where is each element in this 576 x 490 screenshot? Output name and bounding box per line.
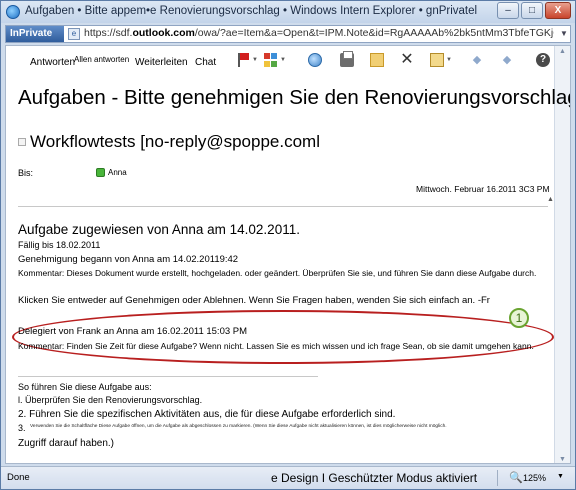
comment-2: Kommentar: Finden Sie Zeit für diese Auf… (18, 341, 534, 351)
clipboard-icon[interactable] (430, 53, 444, 67)
minimize-button[interactable]: – (497, 2, 519, 19)
category-swatch-green (271, 60, 277, 67)
step-3-end: Zugriff darauf haben.) (18, 438, 114, 449)
recipient-name[interactable]: Anna (108, 168, 127, 177)
reply-all-button[interactable]: Allen antworten (74, 55, 129, 64)
reply-button[interactable]: Antworten (30, 57, 75, 68)
step-3-number: 3. (18, 423, 26, 433)
comment-1: Kommentar: Dieses Dokument wurde erstell… (18, 268, 537, 278)
help-icon[interactable]: ? (536, 53, 550, 67)
status-done: Done (7, 472, 30, 483)
message-date: Mittwoch. Februar 16.2011 3C3 PM (416, 184, 550, 194)
title-bar: Aufgaben • Bitte appem•e Renovierungsvor… (1, 1, 575, 23)
sender-checkbox (18, 138, 26, 146)
page-icon: e (68, 28, 80, 40)
browser-window: Aufgaben • Bitte appem•e Renovierungsvor… (0, 0, 576, 490)
to-label: Bis: (18, 168, 34, 178)
zoom-icon[interactable]: 🔍 (509, 471, 523, 484)
category-swatch-red (264, 53, 270, 59)
header-divider (18, 206, 548, 207)
address-dropdown-icon[interactable]: ▼ (560, 29, 568, 38)
globe-icon[interactable] (308, 53, 322, 67)
presence-icon (96, 168, 105, 177)
forward-button[interactable]: Weiterleiten (135, 57, 188, 68)
status-bar: Done e Design I Geschützter Modus aktivi… (1, 466, 575, 489)
categories-dropdown-icon[interactable]: ▼ (280, 57, 286, 63)
step-2: 2. Führen Sie die spezifischen Aktivität… (18, 409, 396, 420)
move-icon[interactable] (370, 53, 384, 67)
maximize-button[interactable]: □ (521, 2, 543, 19)
category-swatch-yellow (264, 60, 270, 67)
ie-logo-icon (6, 5, 20, 19)
address-bar[interactable]: InPrivate e https://sdf.outlook.com/owa/… (5, 25, 571, 43)
inprivate-badge: InPrivate (6, 26, 64, 42)
approval-started: Genehmigung begann von Anna am 14.02.201… (18, 254, 239, 265)
zoom-level[interactable]: 125% (523, 473, 546, 483)
step-3: Verwenden Sie die Schaltfläche Diese Auf… (30, 424, 447, 429)
print-icon[interactable] (340, 51, 354, 67)
howto-heading: So führen Sie diese Aufgabe aus: (18, 382, 152, 392)
body-divider (18, 376, 318, 377)
status-divider (497, 470, 498, 486)
message-toolbar: Antworten Allen antworten Weiterleiten C… (6, 46, 552, 74)
protected-mode-status[interactable]: e Design I Geschützter Modus aktiviert (271, 471, 477, 485)
url-rest: /owa/?ae=Item&a=Open&t=IPM.Note&id=RgAAA… (194, 27, 554, 39)
clipboard-dropdown-icon[interactable]: ▼ (446, 57, 452, 63)
task-heading: Aufgabe zugewiesen von Anna am 14.02.201… (18, 222, 300, 237)
callout-ellipse (12, 310, 554, 364)
down-arrow-icon[interactable]: ◆ (500, 53, 514, 67)
delegated-text: Delegiert von Frank an Anna am 16.02.201… (18, 326, 248, 337)
chat-button[interactable]: Chat (195, 57, 216, 68)
message-subject: Aufgaben - Bitte genehmigen Sie den Reno… (18, 86, 571, 109)
delete-icon[interactable]: ✕ (400, 52, 414, 68)
step-1: l. Überprüfen Sie den Renovierungsvorsch… (18, 395, 203, 405)
callout-number-badge: 1 (509, 308, 529, 328)
flag-dropdown-icon[interactable]: ▼ (252, 57, 258, 63)
due-date: Fällig bis 18.02.2011 (18, 240, 101, 250)
url-domain: outlook.com (132, 27, 195, 39)
window-title: Aufgaben • Bitte appem•e Renovierungsvor… (25, 5, 478, 17)
url-field[interactable]: https://sdf.outlook.com/owa/?ae=Item&a=O… (84, 27, 554, 39)
scroll-indicator-icon: ▲ (547, 196, 554, 203)
close-button[interactable]: X (545, 2, 571, 19)
zoom-dropdown-icon[interactable]: ▼ (557, 473, 564, 480)
category-swatch-blue (271, 53, 277, 59)
message-sender[interactable]: Workflowtests [no-reply@spoppe.coml (30, 132, 320, 152)
url-prefix: https://sdf. (84, 27, 133, 39)
up-arrow-icon[interactable]: ◆ (470, 53, 484, 67)
message-pane: Antworten Allen antworten Weiterleiten C… (5, 45, 571, 464)
instructions-text: Klicken Sie entweder auf Genehmigen oder… (18, 295, 490, 306)
flag-icon[interactable] (238, 53, 252, 67)
categories-icon[interactable] (264, 53, 278, 67)
